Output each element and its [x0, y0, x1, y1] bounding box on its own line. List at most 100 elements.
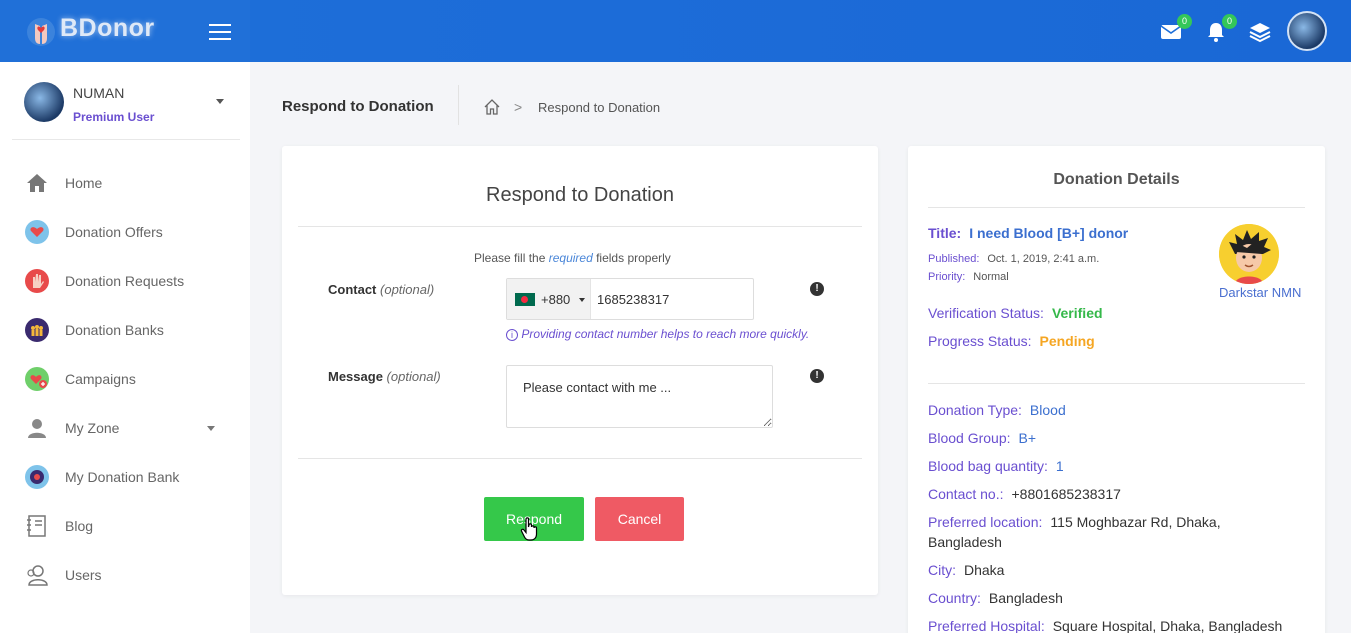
contact-label: Contact (optional) — [328, 282, 434, 297]
donor-name-link[interactable]: Darkstar NMN — [1219, 285, 1301, 300]
user-menu-caret-icon[interactable] — [216, 99, 224, 104]
caret-down-icon — [579, 298, 585, 302]
location-row: Preferred location: 115 Moghbazar Rd, Dha… — [928, 512, 1308, 552]
form-hint: Please fill the required fields properly — [474, 251, 671, 265]
sidebar-item-donation-requests[interactable]: Donation Requests — [24, 265, 234, 297]
hint-suffix: fields properly — [596, 251, 671, 265]
contact-help-text: i Providing contact number helps to reac… — [506, 327, 809, 341]
bangladesh-flag-icon — [515, 293, 535, 306]
avatar[interactable] — [24, 82, 64, 122]
sidebar-item-label: Donation Banks — [65, 322, 164, 338]
published-value: Oct. 1, 2019, 2:41 a.m. — [987, 253, 1100, 265]
message-optional: (optional) — [386, 369, 441, 384]
title-value: I need Blood [B+] donor — [969, 225, 1129, 241]
breadcrumb-chevron-icon: > — [514, 99, 523, 115]
sidebar-item-label: Home — [65, 175, 103, 191]
menu-toggle-icon[interactable] — [209, 20, 233, 42]
sidebar-item-donation-offers[interactable]: Donation Offers — [24, 216, 234, 248]
sidebar-item-donation-banks[interactable]: Donation Banks — [24, 314, 234, 346]
priority-label: Priority: — [928, 271, 966, 283]
dial-code: +880 — [541, 292, 571, 307]
country-value: Bangladesh — [988, 590, 1063, 606]
chevron-down-icon — [207, 426, 215, 431]
blood-group-row: Blood Group: B+ — [928, 428, 1308, 448]
person-icon — [28, 419, 46, 438]
users-icon — [27, 565, 48, 586]
donation-details-card: Donation Details Title: I need Blood [B+]… — [908, 146, 1325, 633]
contact-no-label: Contact no.: — [928, 486, 1004, 502]
hospital-value: Square Hospital, Dhaka, Bangladesh — [1052, 618, 1283, 633]
donor-avatar[interactable] — [1219, 224, 1279, 284]
user-name: NUMAN — [73, 85, 125, 101]
country-code-selector[interactable]: +880 — [507, 279, 591, 319]
verification-value: Verified — [1051, 305, 1103, 321]
location-value-line2: Bangladesh — [928, 534, 1002, 550]
city-value: Dhaka — [964, 562, 1005, 578]
hint-required: required — [548, 251, 593, 265]
donation-title: Title: I need Blood [B+] donor — [928, 225, 1128, 241]
phone-input[interactable] — [597, 289, 747, 309]
progress-row: Progress Status: Pending — [928, 331, 1308, 351]
sidebar-item-label: Campaigns — [65, 371, 136, 387]
city-label: City: — [928, 562, 956, 578]
message-textarea[interactable]: Please contact with me ... — [506, 365, 773, 428]
contact-info-icon[interactable]: ! — [810, 282, 824, 296]
notebook-icon — [27, 515, 46, 537]
breadcrumb-divider — [458, 85, 459, 125]
bag-quantity-row: Blood bag quantity: 1 — [928, 456, 1308, 476]
user-profile-box: NUMAN Premium User — [12, 70, 240, 140]
verification-row: Verification Status: Verified — [928, 303, 1308, 323]
sidebar-item-label: My Donation Bank — [65, 469, 180, 485]
page-title: Respond to Donation — [282, 98, 434, 115]
notifications-button[interactable]: 0 — [1205, 14, 1237, 44]
mail-badge: 0 — [1177, 14, 1192, 29]
cartoon-boy-icon — [1219, 224, 1279, 284]
top-bar: BDonor 0 0 — [0, 0, 1351, 62]
home-icon[interactable] — [483, 98, 501, 116]
hands-logo-icon — [27, 18, 55, 46]
sidebar-item-my-donation-bank[interactable]: My Donation Bank — [24, 461, 234, 493]
sidebar-item-label: Users — [65, 567, 102, 583]
priority-row: Priority: Normal — [928, 271, 1009, 283]
sidebar-item-users[interactable]: Users — [24, 559, 234, 591]
location-label: Preferred location: — [928, 514, 1043, 530]
mail-button[interactable]: 0 — [1160, 14, 1192, 44]
breadcrumb-current: Respond to Donation — [538, 100, 661, 115]
hospital-label: Preferred Hospital: — [928, 618, 1045, 633]
raised-hand-icon — [25, 269, 49, 293]
progress-label: Progress Status: — [928, 333, 1032, 349]
sidebar-item-campaigns[interactable]: Campaigns — [24, 363, 234, 395]
country-label: Country: — [928, 590, 981, 606]
heart-hand-icon — [25, 220, 49, 244]
message-label: Message (optional) — [328, 369, 441, 384]
divider — [928, 383, 1305, 384]
sidebar-item-home[interactable]: Home — [24, 167, 234, 199]
sidebar-item-blog[interactable]: Blog — [24, 510, 234, 542]
info-circle-icon: i — [506, 329, 518, 341]
sidebar-item-label: Donation Offers — [65, 224, 163, 240]
message-info-icon[interactable]: ! — [810, 369, 824, 383]
city-row: City: Dhaka — [928, 560, 1308, 580]
cancel-button[interactable]: Cancel — [595, 497, 684, 541]
sidebar-item-label: Donation Requests — [65, 273, 185, 289]
title-label: Title: — [928, 225, 962, 241]
contact-no-value: +8801685238317 — [1011, 486, 1121, 502]
priority-value: Normal — [973, 271, 1009, 283]
sidebar-item-my-zone[interactable]: My Zone — [24, 412, 234, 444]
bag-quantity-value: 1 — [1055, 458, 1064, 474]
layers-button[interactable] — [1249, 18, 1275, 44]
brand-name[interactable]: BDonor — [60, 14, 155, 43]
contact-help-label: Providing contact number helps to reach … — [521, 327, 810, 341]
divider — [298, 226, 862, 227]
people-group-icon — [25, 318, 49, 342]
donation-type-value: Blood — [1029, 402, 1066, 418]
message-label-text: Message — [328, 369, 383, 384]
contact-optional: (optional) — [380, 282, 435, 297]
hand-cursor-icon — [520, 517, 538, 541]
divider — [298, 458, 862, 459]
blood-group-label: Blood Group: — [928, 430, 1011, 446]
user-avatar-top[interactable] — [1287, 11, 1327, 51]
phone-field: +880 — [506, 278, 754, 320]
hospital-row: Preferred Hospital: Square Hospital, Dhak… — [928, 616, 1308, 633]
location-value: 115 Moghbazar Rd, Dhaka, — [1050, 514, 1221, 530]
